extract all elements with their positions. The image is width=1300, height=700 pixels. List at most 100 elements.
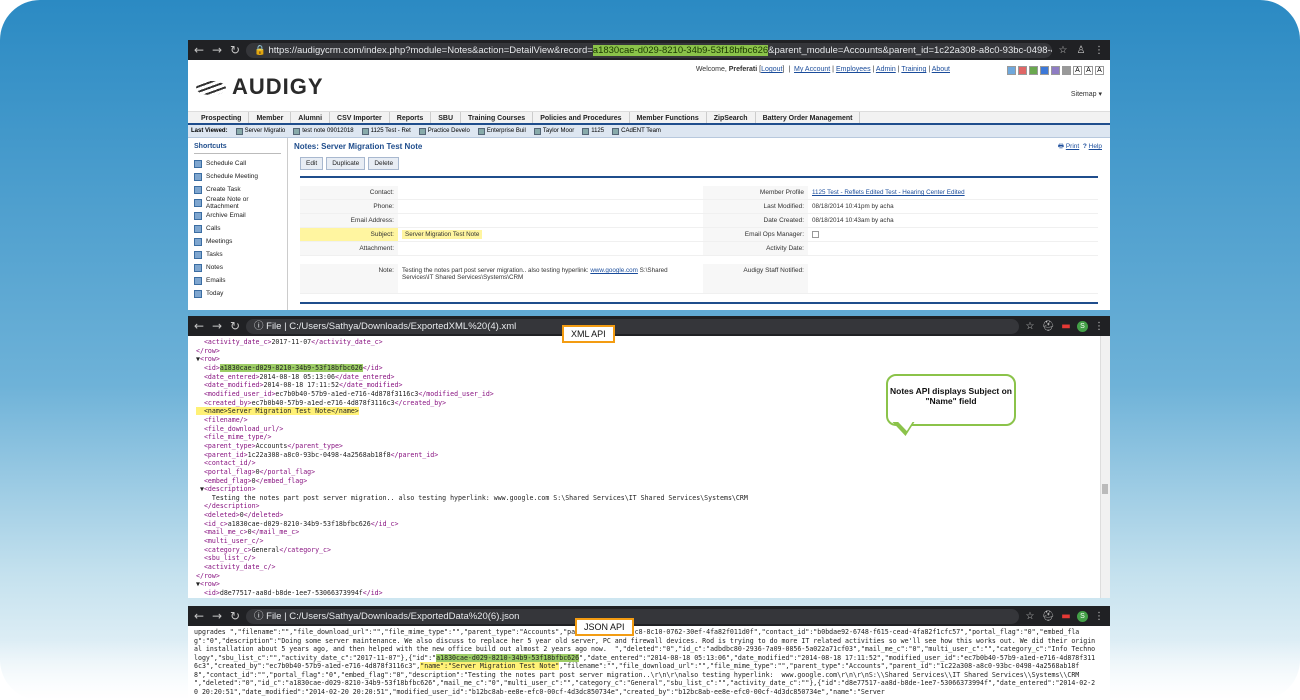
meeting-icon	[194, 172, 202, 181]
star-icon[interactable]: ☆	[1023, 611, 1037, 622]
reload-icon[interactable]: ↻	[228, 319, 242, 333]
tab-alumni[interactable]: Alumni	[291, 112, 331, 123]
shortcut-create-note[interactable]: Create Note or Attachment	[194, 196, 281, 210]
shortcut-tasks[interactable]: Tasks	[194, 248, 281, 261]
last-viewed-item[interactable]: Practice Develo	[418, 127, 470, 135]
profile-icon[interactable]: ♙	[1074, 45, 1088, 56]
reload-icon[interactable]: ↻	[228, 609, 242, 623]
shortcut-create-task[interactable]: Create Task	[194, 183, 281, 196]
sitemap-link[interactable]: Sitemap ▾	[1071, 90, 1102, 98]
scrollbar[interactable]	[1100, 336, 1110, 598]
browser-toolbar: ← → ↻ ⓘ File | C:/Users/Sathya/Downloads…	[188, 316, 1110, 336]
tab-reports[interactable]: Reports	[390, 112, 432, 123]
training-link[interactable]: Training	[901, 66, 926, 73]
profile-avatar[interactable]: S	[1077, 610, 1088, 622]
json-content: upgrades ","filename":"","file_download_…	[194, 628, 1096, 696]
tab-member[interactable]: Member	[249, 112, 292, 123]
extension-red-icon[interactable]: ▬	[1059, 321, 1073, 332]
tasks-icon	[194, 250, 202, 259]
help-icon[interactable]: ?	[1083, 143, 1087, 150]
tab-csv-importer[interactable]: CSV Importer	[330, 112, 390, 123]
xml-line: <id_c>a1830cae-d029-8210-34b9-53f18bfbc6…	[203, 519, 399, 528]
theme-swatch[interactable]	[1051, 66, 1060, 75]
email-ops-checkbox[interactable]	[812, 231, 819, 238]
note-hyperlink[interactable]: www.google.com	[590, 267, 638, 274]
menu-icon[interactable]: ⋮	[1092, 321, 1106, 332]
print-icon[interactable]: 🖶	[1058, 143, 1064, 150]
module-tabs: Prospecting Member Alumni CSV Importer R…	[188, 112, 1110, 125]
member-profile-link[interactable]: 1125 Test - Reflets Edited Test - Hearin…	[812, 189, 965, 196]
last-viewed-item[interactable]: 1125 Test - Ret	[361, 127, 411, 135]
theme-swatch[interactable]	[1029, 66, 1038, 75]
edit-button[interactable]: Edit	[300, 157, 324, 170]
notes-icon	[194, 263, 202, 272]
profile-avatar[interactable]: S	[1077, 320, 1088, 332]
address-bar[interactable]: 🔒 https://audigycrm.com/index.php?module…	[246, 42, 1052, 58]
tab-zipsearch[interactable]: ZipSearch	[707, 112, 756, 123]
extension-icon[interactable]: ⛑	[1041, 611, 1055, 622]
forward-icon[interactable]: →	[210, 43, 224, 57]
last-viewed-item[interactable]: 1125	[582, 127, 604, 135]
reload-icon[interactable]: ↻	[228, 43, 242, 57]
theme-swatch[interactable]	[1062, 66, 1071, 75]
tab-member-functions[interactable]: Member Functions	[630, 112, 707, 123]
detail-row: Email Address: Date Created: 08/18/2014 …	[300, 214, 1098, 228]
employees-link[interactable]: Employees	[836, 66, 871, 73]
font-size-medium[interactable]: A	[1084, 66, 1093, 75]
about-link[interactable]: About	[932, 66, 950, 73]
tab-policies[interactable]: Policies and Procedures	[533, 112, 630, 123]
xml-api-label: XML API	[562, 325, 615, 343]
theme-swatch[interactable]	[1007, 66, 1016, 75]
admin-link[interactable]: Admin	[876, 66, 896, 73]
detail-table: Contact: Member Profile 1125 Test - Refl…	[300, 176, 1098, 294]
shortcut-notes[interactable]: Notes	[194, 261, 281, 274]
tab-prospecting[interactable]: Prospecting	[194, 112, 250, 123]
forward-icon[interactable]: →	[210, 319, 224, 333]
last-viewed-item[interactable]: Taylor Moor	[533, 127, 574, 135]
tab-battery-orders[interactable]: Battery Order Management	[756, 112, 861, 123]
address-bar[interactable]: ⓘ File | C:/Users/Sathya/Downloads/Expor…	[246, 318, 1019, 334]
menu-icon[interactable]: ⋮	[1092, 45, 1106, 56]
logout-link[interactable]: Logout	[761, 66, 782, 73]
member-profile-label: Member Profile	[703, 186, 808, 199]
xml-line: </description>	[203, 502, 260, 511]
subject-label: Subject:	[300, 228, 398, 241]
attachment-value	[398, 242, 703, 255]
tab-training-courses[interactable]: Training Courses	[461, 112, 534, 123]
theme-swatch[interactable]	[1040, 66, 1049, 75]
xml-line: <parent_type>Accounts</parent_type>	[203, 441, 343, 450]
theme-swatch[interactable]	[1018, 66, 1027, 75]
extension-red-icon[interactable]: ▬	[1059, 611, 1073, 622]
last-viewed-item[interactable]: Enterprise Buil	[477, 127, 526, 135]
tab-sbu[interactable]: SBU	[431, 112, 461, 123]
extension-icon[interactable]: ⛑	[1041, 321, 1055, 332]
last-viewed-item[interactable]: test note 09012018	[293, 127, 354, 135]
forward-icon[interactable]: →	[210, 609, 224, 623]
my-account-link[interactable]: My Account	[794, 66, 830, 73]
shortcut-meetings[interactable]: Meetings	[194, 235, 281, 248]
star-icon[interactable]: ☆	[1056, 45, 1070, 56]
font-size-large[interactable]: A	[1095, 66, 1104, 75]
print-link[interactable]: Print	[1066, 143, 1079, 150]
shortcut-calls[interactable]: Calls	[194, 222, 281, 235]
back-icon[interactable]: ←	[192, 43, 206, 57]
shortcut-schedule-call[interactable]: Schedule Call	[194, 157, 281, 170]
shortcut-archive-email[interactable]: Archive Email	[194, 209, 281, 222]
delete-button[interactable]: Delete	[368, 157, 400, 170]
font-size-small[interactable]: A	[1073, 66, 1082, 75]
back-icon[interactable]: ←	[192, 319, 206, 333]
shortcut-today[interactable]: Today	[194, 287, 281, 300]
last-viewed-item[interactable]: Server Migratio	[235, 127, 285, 135]
duplicate-button[interactable]: Duplicate	[326, 157, 366, 170]
back-icon[interactable]: ←	[192, 609, 206, 623]
xml-line: <id>a1830cae-d029-8210-34b9-53f18bfbc626…	[196, 363, 383, 372]
xml-line: <activity_date_c>2017-11-07</activity_da…	[203, 338, 383, 346]
menu-icon[interactable]: ⋮	[1092, 611, 1106, 622]
last-viewed-item[interactable]: CAdENT Team	[612, 127, 661, 135]
note-label: Note:	[300, 264, 398, 293]
help-link[interactable]: Help	[1089, 143, 1102, 150]
shortcut-schedule-meeting[interactable]: Schedule Meeting	[194, 170, 281, 183]
star-icon[interactable]: ☆	[1023, 321, 1037, 332]
shortcut-emails[interactable]: Emails	[194, 274, 281, 287]
xml-line: ▼<row>	[196, 355, 220, 364]
